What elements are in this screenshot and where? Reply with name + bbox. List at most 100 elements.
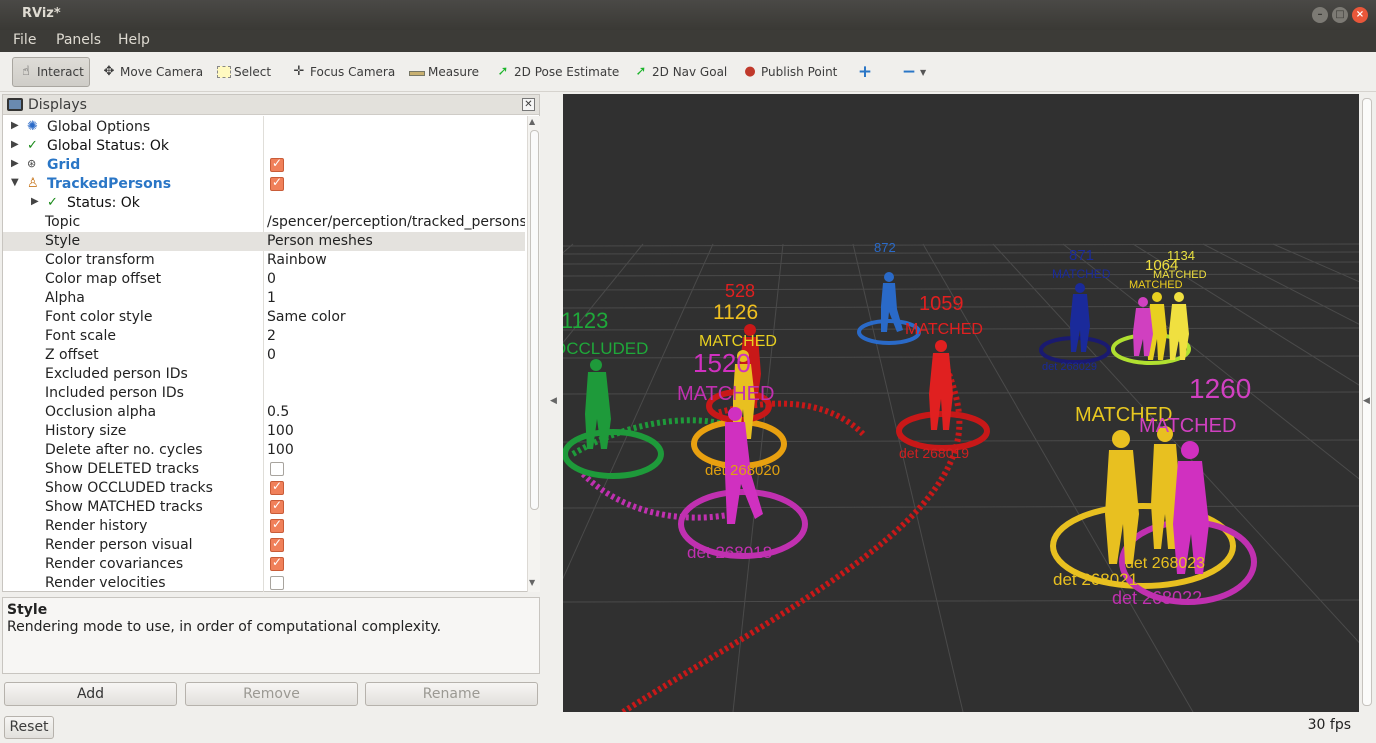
pose-estimate-button[interactable]: ➚ 2D Pose Estimate bbox=[490, 57, 624, 87]
expand-arrow-icon[interactable]: ▶ bbox=[11, 158, 19, 169]
displays-header: Displays bbox=[3, 95, 539, 115]
toolbar: ☝ Interact ✥ Move Camera Select ✛ Focus … bbox=[0, 52, 1376, 92]
dropdown-icon[interactable]: ▼ bbox=[920, 68, 926, 77]
property-font-scale[interactable]: Font scale 2 bbox=[3, 327, 525, 346]
displays-title: Displays bbox=[28, 96, 87, 113]
menu-help[interactable]: Help bbox=[118, 32, 150, 48]
property-render-history[interactable]: Render history bbox=[3, 517, 525, 536]
gear-icon: ✺ bbox=[27, 119, 38, 134]
property-included-ids[interactable]: Included person IDs bbox=[3, 384, 525, 403]
scroll-down-icon[interactable]: ▼ bbox=[529, 578, 535, 587]
show-deleted-checkbox[interactable] bbox=[270, 462, 284, 476]
focus-camera-label: Focus Camera bbox=[310, 65, 396, 79]
panel-splitter[interactable]: ◀ bbox=[543, 94, 561, 712]
measure-button[interactable]: Measure bbox=[404, 57, 484, 87]
scene-label: MATCHED bbox=[1129, 279, 1183, 291]
green-arrow-icon: ➚ bbox=[497, 64, 509, 79]
scene-label: 1126 bbox=[713, 301, 758, 324]
title-bar: RViz* – □ × bbox=[0, 0, 1376, 30]
property-delete-after[interactable]: Delete after no. cycles 100 bbox=[3, 441, 525, 460]
scene-label: MATCHED bbox=[905, 321, 983, 338]
expand-arrow-icon[interactable]: ▶ bbox=[31, 196, 39, 207]
move-camera-button[interactable]: ✥ Move Camera bbox=[96, 57, 208, 87]
map-pin-icon: ● bbox=[744, 64, 756, 79]
expand-arrow-icon[interactable]: ▶ bbox=[11, 120, 19, 131]
minimize-icon[interactable]: – bbox=[1312, 7, 1328, 23]
property-show-occluded[interactable]: Show OCCLUDED tracks bbox=[3, 479, 525, 498]
close-icon[interactable]: × bbox=[1352, 7, 1368, 23]
remove-button[interactable]: Remove bbox=[185, 682, 358, 706]
rename-button[interactable]: Rename bbox=[365, 682, 538, 706]
render-velocities-checkbox[interactable] bbox=[270, 576, 284, 590]
tree-row-grid[interactable]: ▶ ⊛ Grid bbox=[3, 156, 525, 175]
menu-bar: File Panels Help bbox=[0, 30, 1376, 52]
property-z-offset[interactable]: Z offset 0 bbox=[3, 346, 525, 365]
person-icon: ♙ bbox=[27, 176, 39, 191]
plus-icon: + bbox=[857, 62, 873, 82]
panel-close-icon[interactable]: ✕ bbox=[522, 98, 535, 111]
add-button[interactable]: Add bbox=[4, 682, 177, 706]
scene-label: det 268023 bbox=[1125, 555, 1205, 572]
render-view[interactable]: 1123 OCCLUDED 528 1126 MATCHED 1520 MATC… bbox=[563, 94, 1359, 712]
show-occluded-checkbox[interactable] bbox=[270, 479, 284, 495]
publish-point-button[interactable]: ● Publish Point bbox=[737, 57, 842, 87]
add-tool-button[interactable]: + bbox=[852, 57, 881, 87]
property-excluded-ids[interactable]: Excluded person IDs bbox=[3, 365, 525, 384]
tree-row-global-status[interactable]: ▶ ✓ Global Status: Ok bbox=[3, 137, 525, 156]
focus-camera-button[interactable]: ✛ Focus Camera bbox=[286, 57, 400, 87]
grid-checkbox[interactable] bbox=[270, 156, 284, 172]
move-icon: ✥ bbox=[103, 64, 115, 79]
property-alpha[interactable]: Alpha 1 bbox=[3, 289, 525, 308]
render-history-checkbox[interactable] bbox=[270, 517, 284, 533]
ruler-icon bbox=[409, 70, 425, 76]
scroll-thumb[interactable] bbox=[530, 130, 539, 510]
collapse-right-icon[interactable]: ◀ bbox=[1363, 396, 1370, 406]
menu-file[interactable]: File bbox=[13, 32, 36, 48]
scene-canvas[interactable]: 1123 OCCLUDED 528 1126 MATCHED 1520 MATC… bbox=[563, 94, 1359, 712]
checkmark-icon: ✓ bbox=[47, 195, 58, 210]
scroll-up-icon[interactable]: ▲ bbox=[529, 117, 535, 126]
property-font-color-style[interactable]: Font color style Same color bbox=[3, 308, 525, 327]
menu-panels[interactable]: Panels bbox=[56, 32, 101, 48]
interact-label: Interact bbox=[37, 65, 84, 79]
tree-row-tracked-persons[interactable]: ▼ ♙ TrackedPersons bbox=[3, 175, 525, 194]
collapse-arrow-icon[interactable]: ▼ bbox=[11, 177, 19, 188]
remove-tool-button[interactable]: − ▼ bbox=[896, 57, 931, 87]
tree-row-global-options[interactable]: ▶ ✺ Global Options bbox=[3, 118, 525, 137]
interact-button[interactable]: ☝ Interact bbox=[12, 57, 90, 87]
property-occlusion-alpha[interactable]: Occlusion alpha 0.5 bbox=[3, 403, 525, 422]
property-render-velocities[interactable]: Render velocities bbox=[3, 574, 525, 592]
tracked-persons-checkbox[interactable] bbox=[270, 175, 284, 191]
maximize-icon[interactable]: □ bbox=[1332, 7, 1348, 23]
status-bar: Reset 30 fps bbox=[0, 713, 1376, 743]
pose-estimate-label: 2D Pose Estimate bbox=[514, 65, 620, 79]
select-button[interactable]: Select bbox=[212, 57, 276, 87]
nav-goal-button[interactable]: ➚ 2D Nav Goal bbox=[628, 57, 732, 87]
property-show-matched[interactable]: Show MATCHED tracks bbox=[3, 498, 525, 517]
property-color-transform[interactable]: Color transform Rainbow bbox=[3, 251, 525, 270]
property-render-covariances[interactable]: Render covariances bbox=[3, 555, 525, 574]
property-description: Style Rendering mode to use, in order of… bbox=[2, 597, 540, 674]
property-style[interactable]: Style Person meshes bbox=[3, 232, 525, 251]
render-covariances-checkbox[interactable] bbox=[270, 555, 284, 571]
tree-row-status[interactable]: ▶ ✓ Status: Ok bbox=[3, 194, 525, 213]
expand-arrow-icon[interactable]: ▶ bbox=[11, 139, 19, 150]
select-icon bbox=[217, 66, 231, 78]
minus-icon: − bbox=[901, 62, 917, 82]
collapse-left-icon[interactable]: ◀ bbox=[550, 396, 557, 406]
property-show-deleted[interactable]: Show DELETED tracks bbox=[3, 460, 525, 479]
property-render-person-visual[interactable]: Render person visual bbox=[3, 536, 525, 555]
nav-goal-label: 2D Nav Goal bbox=[652, 65, 728, 79]
property-color-map-offset[interactable]: Color map offset 0 bbox=[3, 270, 525, 289]
description-title: Style bbox=[7, 602, 48, 618]
render-person-visual-checkbox[interactable] bbox=[270, 536, 284, 552]
displays-panel: Displays ✕ ▶ ✺ Global Options ▶ ✓ Global… bbox=[2, 94, 540, 592]
render-view-scrollbar[interactable]: ◀ bbox=[1360, 94, 1375, 712]
reset-button[interactable]: Reset bbox=[4, 716, 54, 739]
scene-label: 1520 bbox=[693, 348, 751, 378]
scene-label: 1059 bbox=[919, 293, 964, 315]
displays-scrollbar[interactable]: ▲ ▼ bbox=[527, 116, 540, 592]
property-history-size[interactable]: History size 100 bbox=[3, 422, 525, 441]
show-matched-checkbox[interactable] bbox=[270, 498, 284, 514]
property-topic[interactable]: Topic /spencer/perception/tracked_person… bbox=[3, 213, 525, 232]
